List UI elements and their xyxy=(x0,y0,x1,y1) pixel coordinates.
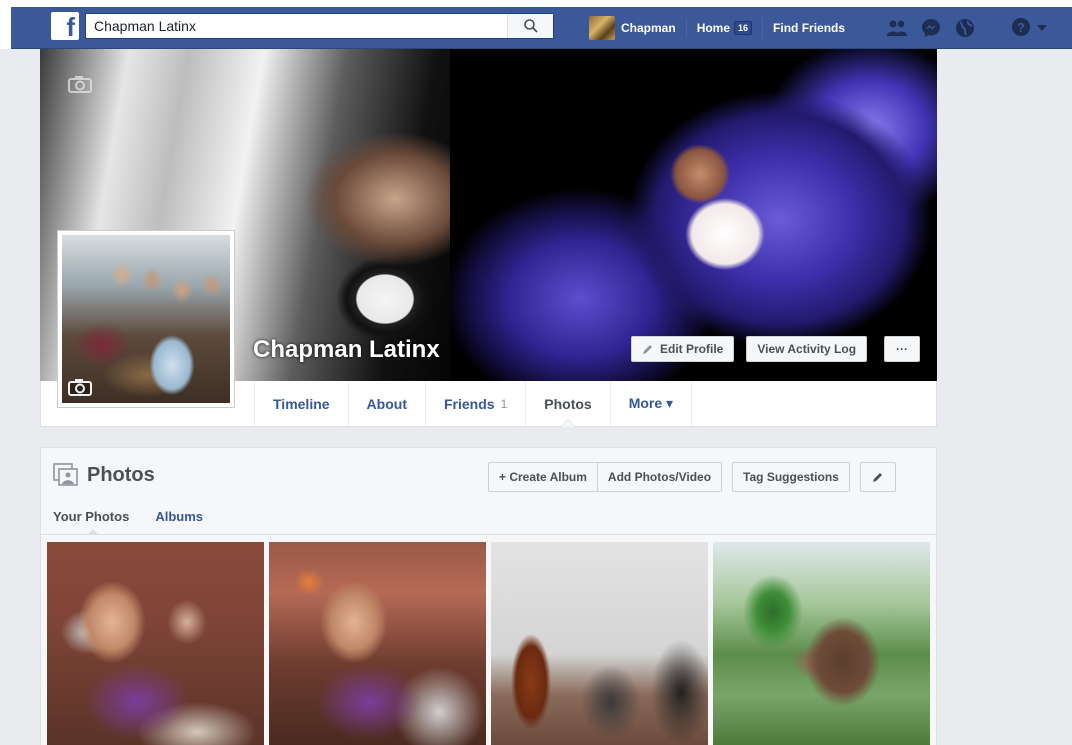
photo-thumbnail[interactable] xyxy=(713,542,930,745)
account-menu-chevron-down-icon[interactable] xyxy=(1037,21,1047,35)
tag-suggestions-label: Tag Suggestions xyxy=(743,470,839,484)
nav-profile-link[interactable]: Chapman xyxy=(589,7,676,49)
view-activity-log-label: View Activity Log xyxy=(757,342,857,356)
nav-home-link[interactable]: Home 16 xyxy=(696,7,753,49)
tab-label: Timeline xyxy=(273,395,330,412)
photo-grid xyxy=(47,542,930,745)
nav-divider xyxy=(685,18,687,38)
friend-requests-icon[interactable] xyxy=(885,16,909,40)
notifications-globe-icon[interactable] xyxy=(953,16,977,40)
avatar xyxy=(589,16,615,40)
tab-label: About xyxy=(366,395,407,412)
search-input[interactable] xyxy=(86,15,507,37)
create-album-label: + Create Album xyxy=(499,470,587,484)
update-profile-camera-icon[interactable] xyxy=(68,378,92,399)
more-options-button[interactable]: ··· xyxy=(884,336,920,362)
help-icon[interactable]: ? xyxy=(1011,17,1031,40)
tab-label: Photos xyxy=(544,395,592,412)
profile-name[interactable]: Chapman Latinx xyxy=(253,336,440,364)
photo-thumbnail[interactable] xyxy=(47,542,264,745)
profile-picture-image xyxy=(62,235,230,403)
friends-count: 1 xyxy=(500,396,508,411)
nav-links: Chapman Home 16 Find Friends xyxy=(589,7,845,49)
photos-title: Photos xyxy=(87,463,155,486)
photos-actions: + Create Album Add Photos/Video Tag Sugg… xyxy=(488,462,896,492)
tab-label: Friends xyxy=(443,395,495,412)
edit-photos-button[interactable] xyxy=(859,462,896,492)
photos-icon xyxy=(53,463,78,486)
photos-panel: Photos + Create Album Add Photos/Video T… xyxy=(40,447,937,745)
tab-about[interactable]: About xyxy=(349,381,426,426)
tab-timeline[interactable]: Timeline xyxy=(254,381,349,426)
divider xyxy=(41,534,936,535)
add-photos-video-button[interactable]: Add Photos/Video xyxy=(596,462,723,492)
profile-picture[interactable] xyxy=(57,230,235,408)
update-cover-camera-icon[interactable] xyxy=(68,75,92,96)
cover-image-right xyxy=(450,49,937,381)
facebook-logo-icon[interactable]: f xyxy=(51,12,79,42)
find-friends-label: Find Friends xyxy=(773,21,846,35)
search-icon xyxy=(523,19,538,33)
nav-user-name: Chapman xyxy=(621,21,676,35)
subtab-albums[interactable]: Albums xyxy=(155,509,203,524)
profile-tabs: Timeline About Friends 1 Photos More ▾ xyxy=(254,381,693,427)
nav-divider xyxy=(762,18,764,38)
nav-home-label: Home xyxy=(696,21,731,35)
search-button[interactable] xyxy=(507,14,553,38)
home-count-badge: 16 xyxy=(734,21,753,35)
help-area: ? xyxy=(1011,7,1047,49)
nav-find-friends-link[interactable]: Find Friends xyxy=(773,7,845,49)
photo-thumbnail[interactable] xyxy=(491,542,708,745)
blue-bar: f Chapman Home 16 Find Friends xyxy=(11,7,1072,49)
pencil-icon xyxy=(872,473,882,482)
tab-friends[interactable]: Friends 1 xyxy=(426,381,527,426)
photos-subtabs: Your Photos Albums xyxy=(53,509,203,535)
photo-thumbnail[interactable] xyxy=(269,542,486,745)
view-activity-log-button[interactable]: View Activity Log xyxy=(746,336,868,362)
edit-profile-button[interactable]: Edit Profile xyxy=(631,336,735,362)
edit-profile-label: Edit Profile xyxy=(660,342,724,356)
photos-header: Photos xyxy=(53,463,155,487)
pencil-icon xyxy=(643,345,652,354)
svg-text:?: ? xyxy=(1017,20,1025,35)
create-album-button[interactable]: + Create Album xyxy=(488,462,597,492)
tab-photos[interactable]: Photos xyxy=(526,381,611,427)
nav-icons xyxy=(885,7,977,49)
tab-more[interactable]: More ▾ xyxy=(611,381,693,426)
add-photos-label: Add Photos/Video xyxy=(607,470,712,484)
subtab-your-photos[interactable]: Your Photos xyxy=(53,509,129,535)
messenger-icon[interactable] xyxy=(919,16,943,40)
search-box xyxy=(85,13,554,39)
top-navigation: f Chapman Home 16 Find Friends xyxy=(0,0,1072,49)
tab-label: More ▾ xyxy=(628,395,674,411)
cover-actions: Edit Profile View Activity Log xyxy=(631,336,868,362)
more-dots-label: ··· xyxy=(896,342,908,356)
tag-suggestions-button[interactable]: Tag Suggestions xyxy=(732,462,850,492)
